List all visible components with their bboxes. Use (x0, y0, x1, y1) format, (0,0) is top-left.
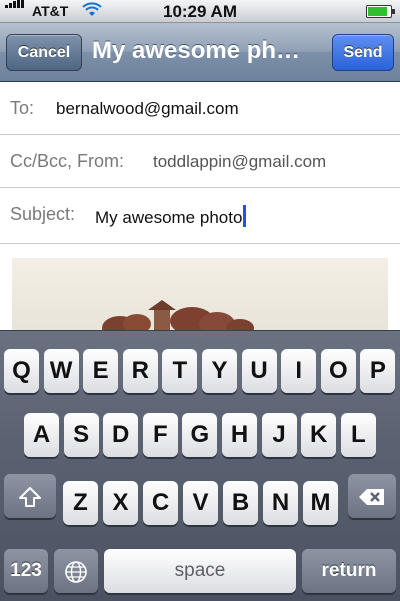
key-y[interactable]: Y (202, 349, 237, 393)
status-time: 10:29 AM (162, 2, 237, 21)
shift-icon (19, 486, 41, 507)
photo-trees-image (102, 300, 254, 340)
status-bar: AT&T 10:29 AM (0, 0, 400, 23)
key-h[interactable]: H (222, 413, 257, 457)
key-c[interactable]: C (143, 481, 178, 525)
key-l[interactable]: L (340, 413, 376, 457)
page-title: My awesome ph… (92, 37, 301, 64)
key-r[interactable]: R (122, 349, 158, 393)
key-a[interactable]: A (24, 413, 59, 457)
battery-level (368, 7, 387, 16)
numbers-key[interactable]: 123 (4, 549, 48, 593)
attached-photo[interactable] (12, 258, 388, 340)
ccbcc-from-label: Cc/Bcc, From: (10, 151, 125, 171)
battery-icon (366, 5, 395, 18)
key-t[interactable]: T (162, 349, 198, 393)
subject-field[interactable]: Subject: My awesome photo (0, 188, 400, 244)
globe-key[interactable] (54, 549, 98, 593)
key-k[interactable]: K (301, 413, 337, 457)
send-button[interactable]: Send (332, 34, 394, 71)
to-label: To: (10, 98, 35, 118)
key-i[interactable]: I (281, 349, 317, 393)
key-v[interactable]: V (183, 481, 218, 525)
backspace-icon (359, 488, 384, 505)
key-q[interactable]: Q (4, 349, 39, 393)
key-g[interactable]: G (182, 413, 218, 457)
from-value[interactable]: toddlappin@gmail.com (153, 152, 326, 172)
return-key[interactable]: return (302, 549, 396, 593)
cancel-button[interactable]: Cancel (6, 34, 82, 71)
space-key[interactable]: space (104, 549, 296, 593)
on-screen-keyboard: QWERTYUIOP ASDFGHJKL ZXCVBNM 123 space r… (0, 330, 400, 601)
subject-input[interactable]: My awesome photo (95, 205, 247, 228)
subject-value: My awesome photo (95, 208, 243, 227)
subject-label: Subject: (10, 204, 76, 224)
key-p[interactable]: P (360, 349, 396, 393)
key-j[interactable]: J (261, 413, 297, 457)
key-w[interactable]: W (43, 349, 79, 393)
to-value[interactable]: bernalwood@gmail.com (56, 99, 239, 119)
key-d[interactable]: D (103, 413, 139, 457)
backspace-key[interactable] (348, 474, 396, 518)
key-m[interactable]: M (303, 481, 338, 525)
key-o[interactable]: O (320, 349, 356, 393)
navigation-bar: Cancel My awesome ph… Send (0, 23, 400, 82)
text-caret (243, 205, 247, 227)
shift-key[interactable] (4, 474, 56, 518)
key-s[interactable]: S (63, 413, 99, 457)
key-z[interactable]: Z (63, 481, 98, 525)
globe-icon (65, 560, 87, 583)
ccbcc-from-field[interactable]: Cc/Bcc, From: toddlappin@gmail.com (0, 135, 400, 188)
key-b[interactable]: B (223, 481, 258, 525)
key-f[interactable]: F (142, 413, 178, 457)
key-u[interactable]: U (241, 349, 277, 393)
key-x[interactable]: X (103, 481, 138, 525)
key-e[interactable]: E (83, 349, 119, 393)
key-n[interactable]: N (263, 481, 298, 525)
to-field[interactable]: To: bernalwood@gmail.com (0, 82, 400, 135)
